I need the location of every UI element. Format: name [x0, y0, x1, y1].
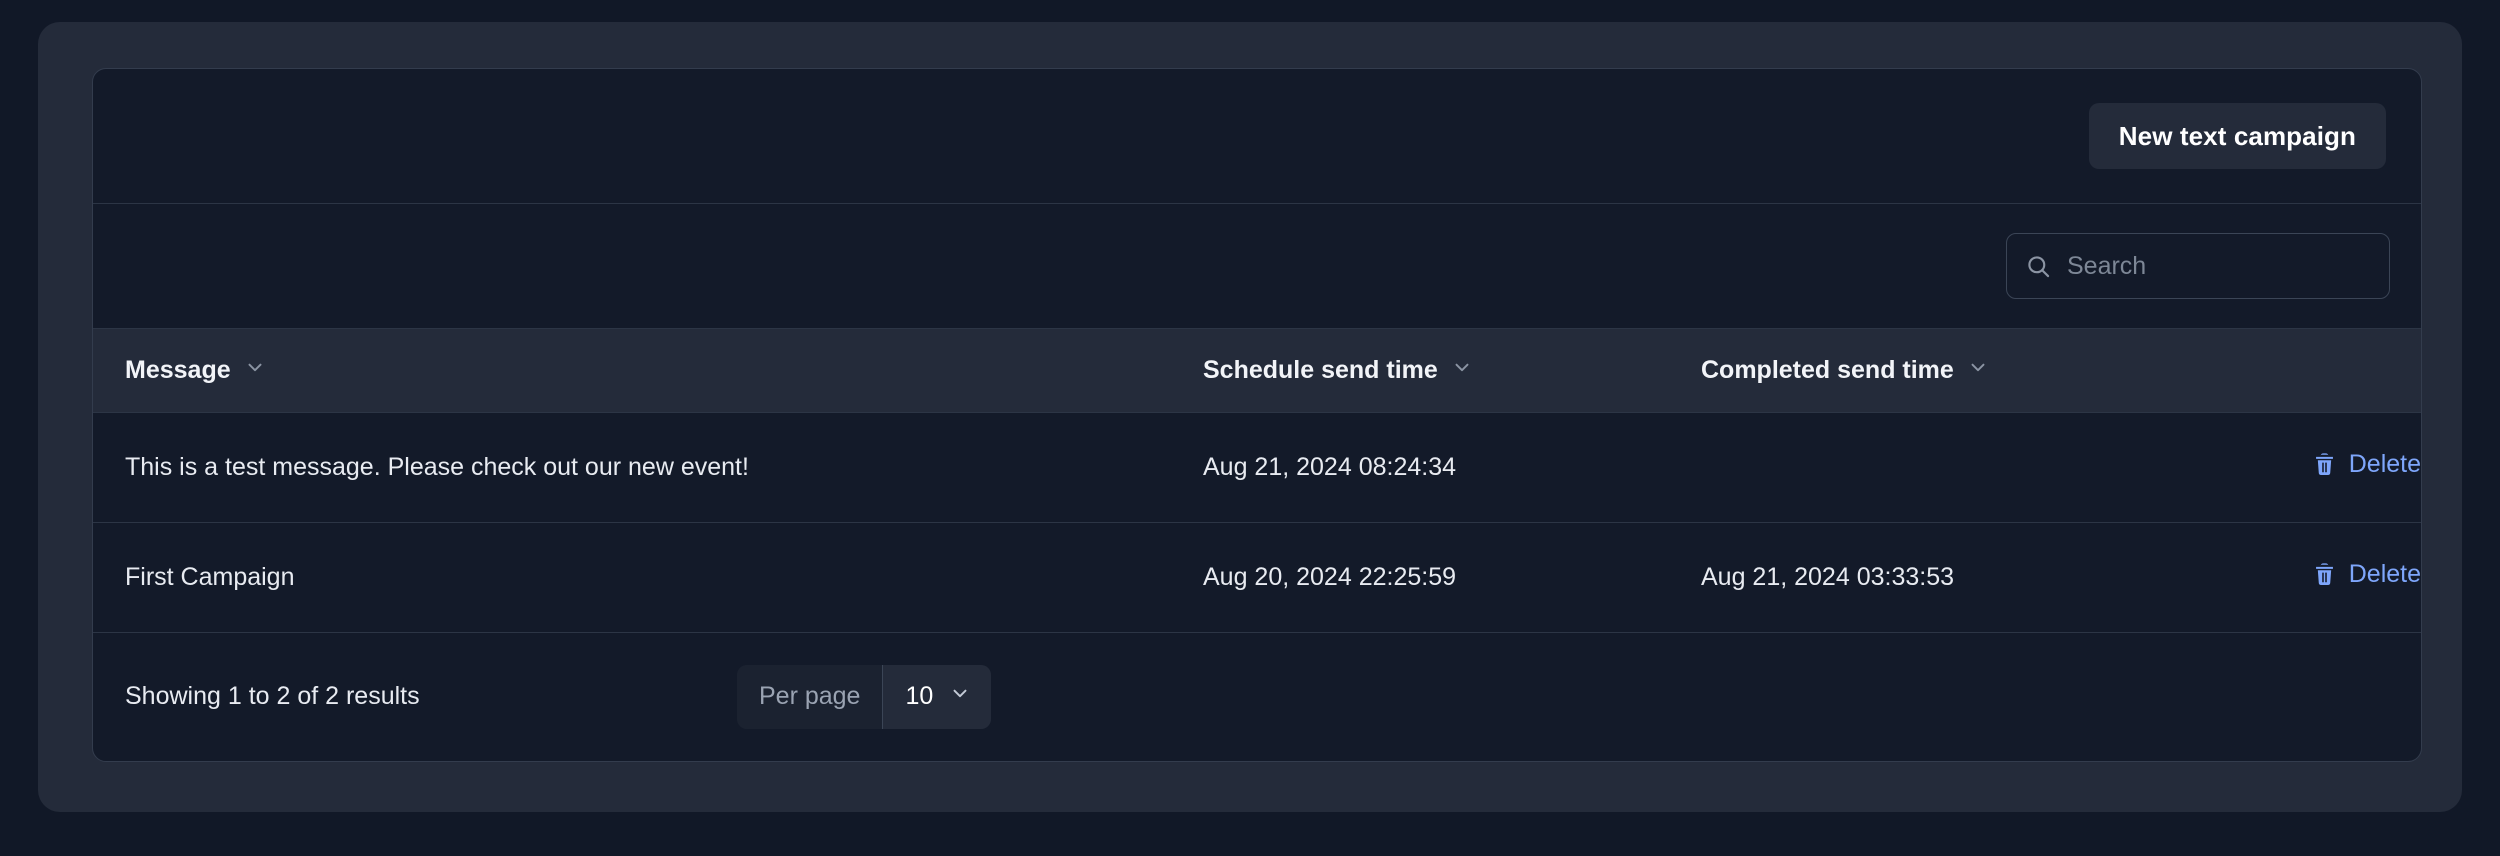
per-page-label: Per page	[737, 664, 883, 729]
column-header-actions	[2189, 329, 2421, 413]
per-page-select[interactable]: 10	[882, 664, 992, 729]
cell-actions: Delete	[2189, 522, 2421, 633]
trash-icon	[2312, 452, 2337, 477]
campaigns-table: Message Schedule send time Completed sen…	[93, 329, 2421, 633]
column-header-label: Schedule send time	[1203, 355, 1438, 384]
card-toolbar: New text campaign	[93, 69, 2421, 204]
new-text-campaign-button[interactable]: New text campaign	[2088, 103, 2386, 169]
campaigns-card: New text campaign Message	[92, 68, 2422, 762]
chevron-down-icon	[1451, 356, 1473, 385]
search-box[interactable]	[2006, 233, 2390, 299]
table-header-row: Message Schedule send time Completed sen…	[93, 329, 2421, 413]
cell-actions: Delete	[2189, 412, 2421, 523]
delete-button-label: Delete	[2348, 450, 2421, 478]
search-icon	[2025, 253, 2052, 280]
cell-completed-send-time: Aug 21, 2024 03:33:53	[1669, 522, 2189, 633]
chevron-down-icon	[1967, 356, 1989, 385]
column-header-completed-send-time[interactable]: Completed send time	[1669, 329, 2189, 413]
column-header-label: Completed send time	[1701, 355, 1954, 384]
chevron-down-icon	[244, 356, 266, 385]
column-header-schedule-send-time[interactable]: Schedule send time	[1171, 329, 1669, 413]
trash-icon	[2312, 562, 2337, 587]
column-header-label: Message	[125, 355, 231, 384]
delete-button[interactable]: Delete	[2312, 450, 2421, 479]
chevron-down-icon	[949, 682, 971, 711]
column-header-message[interactable]: Message	[93, 329, 1171, 413]
delete-button[interactable]: Delete	[2312, 560, 2421, 589]
results-count-text: Showing 1 to 2 of 2 results	[125, 682, 420, 711]
page-panel: New text campaign Message	[38, 22, 2462, 812]
cell-completed-send-time	[1669, 412, 2189, 523]
delete-button-label: Delete	[2348, 560, 2421, 588]
per-page-control: Per page 10	[737, 664, 992, 729]
cell-schedule-send-time: Aug 20, 2024 22:25:59	[1171, 522, 1669, 633]
search-input[interactable]	[2067, 251, 2371, 281]
table-footer: Showing 1 to 2 of 2 results Per page 10	[93, 633, 2421, 762]
cell-schedule-send-time: Aug 21, 2024 08:24:34	[1171, 412, 1669, 523]
cell-message: First Campaign	[93, 522, 1171, 633]
per-page-value: 10	[905, 682, 934, 711]
table-row: First Campaign Aug 20, 2024 22:25:59 Aug…	[93, 522, 2421, 633]
cell-message: This is a test message. Please check out…	[93, 412, 1171, 523]
table-row: This is a test message. Please check out…	[93, 412, 2421, 523]
search-bar	[93, 204, 2421, 329]
